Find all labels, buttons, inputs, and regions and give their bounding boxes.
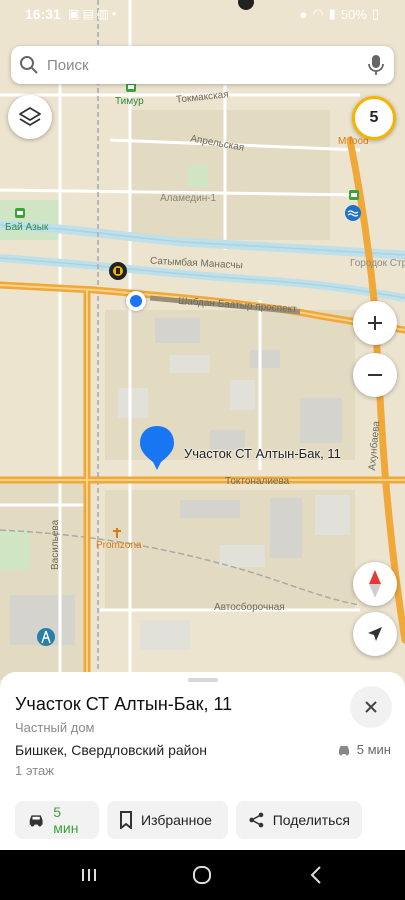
location-icon: ● bbox=[299, 6, 308, 22]
bookmark-icon bbox=[120, 811, 132, 829]
map-label-promzona: Promzona bbox=[96, 540, 142, 551]
place-eta-text: 5 мин bbox=[356, 742, 391, 757]
place-card[interactable]: Участок СТ Алтын-Бак, 11 Частный дом Биш… bbox=[0, 672, 405, 850]
compass-icon bbox=[369, 570, 381, 598]
compass-button[interactable] bbox=[353, 562, 397, 606]
grocery-poi-icon[interactable] bbox=[348, 188, 360, 200]
car-icon bbox=[29, 815, 43, 827]
status-right: ● ◠ ▮ 50% ▯ bbox=[299, 6, 379, 22]
back-icon bbox=[310, 866, 321, 884]
locate-me-button[interactable] bbox=[353, 612, 397, 656]
zoom-level-indicator[interactable]: 5 bbox=[352, 96, 396, 140]
recent-apps-icon bbox=[82, 869, 96, 881]
pool-poi-icon[interactable] bbox=[344, 204, 362, 222]
navigation-arrow-icon bbox=[368, 627, 382, 641]
close-icon bbox=[365, 701, 377, 713]
microphone-icon[interactable] bbox=[358, 46, 394, 84]
recent-apps-button[interactable] bbox=[75, 862, 103, 888]
zoom-in-button[interactable] bbox=[353, 301, 397, 345]
search-bar[interactable] bbox=[11, 46, 394, 84]
battery-percent: 50% bbox=[340, 6, 367, 22]
search-icon bbox=[11, 46, 47, 84]
map-view[interactable]: Тимур Токмакская Апрельская M food Аламе… bbox=[0, 0, 405, 690]
plus-icon bbox=[368, 316, 382, 330]
route-button-label: 5 мин bbox=[53, 804, 79, 836]
map-label-avtosborochnaya: Автосборочная bbox=[214, 602, 285, 613]
notification-icons: ▣ ▤ ▥ • bbox=[68, 7, 117, 21]
place-type: Частный дом bbox=[15, 720, 95, 735]
battery-icon: ▯ bbox=[371, 6, 379, 21]
layers-icon bbox=[19, 107, 41, 126]
map-canvas bbox=[0, 0, 405, 690]
promzona-poi-icon[interactable] bbox=[111, 526, 123, 538]
status-time: 16:31 bbox=[25, 6, 61, 22]
share-button[interactable]: Поделиться bbox=[236, 801, 362, 839]
sheet-handle[interactable] bbox=[188, 678, 218, 682]
favorites-button[interactable]: Избранное bbox=[107, 801, 228, 839]
route-button[interactable]: 5 мин bbox=[15, 801, 99, 839]
share-icon bbox=[249, 812, 264, 828]
car-icon bbox=[338, 745, 349, 755]
status-bar: 16:31 ▣ ▤ ▥ • ● ◠ ▮ 50% ▯ bbox=[0, 0, 405, 30]
tower-poi-icon[interactable] bbox=[36, 627, 56, 647]
map-label-vasiliev: Васильева bbox=[50, 519, 61, 570]
map-label-toktonaliev: Токтоналиева bbox=[225, 476, 290, 487]
place-floor: 1 этаж bbox=[15, 763, 54, 778]
selected-place-pin[interactable] bbox=[138, 424, 176, 470]
map-label-gorodok: Городок Строит bbox=[350, 258, 405, 269]
pin-label: Участок СТ Алтын-Бак, 11 bbox=[184, 446, 341, 461]
my-location-dot bbox=[126, 291, 146, 311]
minus-icon bbox=[368, 374, 382, 376]
map-label-timur: Тимур bbox=[115, 96, 144, 107]
wifi-icon: ◠ bbox=[312, 6, 324, 21]
layers-button[interactable] bbox=[8, 95, 52, 139]
signal-icon: ▮ bbox=[328, 6, 336, 21]
bai-azyk-poi-icon[interactable] bbox=[14, 206, 26, 218]
place-eta: 5 мин bbox=[337, 742, 391, 757]
map-label-alamedin: Аламедин-1 bbox=[160, 193, 217, 204]
system-nav-bar bbox=[0, 850, 405, 900]
home-icon bbox=[193, 866, 211, 884]
share-button-label: Поделиться bbox=[272, 812, 350, 828]
home-button[interactable] bbox=[188, 862, 216, 888]
place-address: Бишкек, Свердловский район bbox=[15, 742, 207, 758]
map-label-bai-azyk: Бай Азык bbox=[5, 222, 49, 233]
place-title: Участок СТ Алтын-Бак, 11 bbox=[15, 694, 233, 714]
favorites-button-label: Избранное bbox=[141, 812, 212, 828]
transport-poi-icon[interactable] bbox=[108, 261, 128, 281]
back-button[interactable] bbox=[302, 862, 330, 888]
zoom-out-button[interactable] bbox=[353, 353, 397, 397]
search-input[interactable] bbox=[47, 56, 358, 74]
close-button[interactable] bbox=[350, 686, 392, 728]
